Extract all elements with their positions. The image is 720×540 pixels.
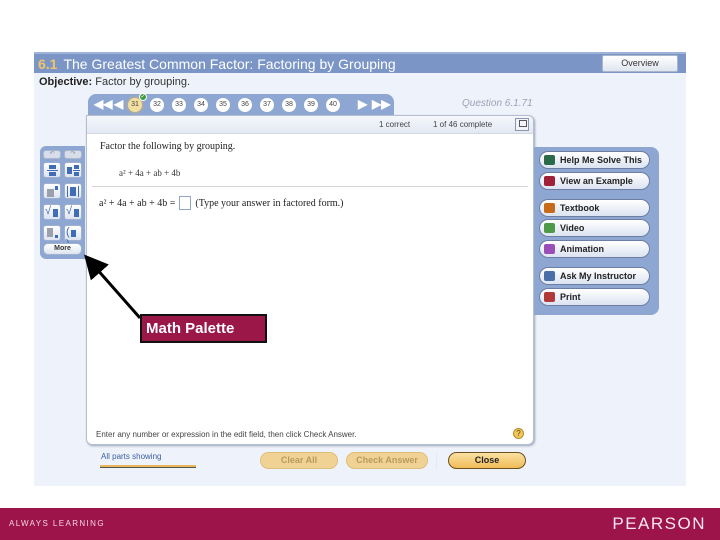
animation-button[interactable]: Animation [539,240,650,258]
pearson-logo: PEARSON [612,514,706,533]
exponent-button[interactable] [43,183,61,199]
answer-lhs: a² + 4a + ab + 4b = [99,197,176,209]
square-root-icon: √ [45,205,52,217]
parts-showing-label[interactable]: All parts showing [101,452,161,461]
close-button[interactable]: Close [448,452,526,469]
objective-label: Objective: [39,76,93,88]
absolute-value-button[interactable] [64,183,82,199]
question-id: Question 6.1.71 [462,98,533,109]
expand-icon[interactable] [515,118,529,131]
check-answer-button[interactable]: Check Answer [346,452,428,469]
question-33-button[interactable]: 33 [172,98,186,112]
undo-button[interactable]: ↶ [43,150,61,159]
fraction-icon [49,165,56,169]
answer-line: a² + 4a + ab + 4b = (Type your answer in… [99,196,344,210]
mixed-number-icon [67,167,72,174]
redo-button[interactable]: ↷ [64,150,82,159]
instructor-button[interactable]: Ask My Instructor [539,267,650,285]
question-37-button[interactable]: 37 [260,98,274,112]
example-button[interactable]: View an Example [539,172,650,190]
answer-hint: (Type your answer in factored form.) [195,197,344,209]
answer-input[interactable] [179,196,192,210]
nth-root-button[interactable]: √ [64,204,82,220]
parentheses-button[interactable]: ( ) [64,225,82,250]
key-icon [544,155,555,165]
more-button[interactable]: More [43,243,82,255]
fraction-button[interactable] [43,162,61,178]
subscript-icon [47,228,53,237]
tool-label: Animation [560,244,604,254]
question-prompt: Factor the following by grouping. [100,141,236,152]
print-icon [544,292,555,302]
question-panel: 1 correct 1 of 46 complete Factor the fo… [86,115,534,445]
animation-icon [544,244,555,254]
question-36-button[interactable]: 36 [238,98,252,112]
subscript-button[interactable] [43,225,61,241]
textbook-icon [544,203,555,213]
footer: ALWAYS LEARNING PEARSON [0,508,720,540]
parts-progress-bar [100,465,196,468]
math-palette: ↶ ↷ √ √ (More [40,146,85,259]
question-32-button[interactable]: 32 [150,98,164,112]
absolute-value-icon [67,186,68,197]
mixed-number-button[interactable] [64,162,82,178]
correct-count: 1 correct [379,120,411,129]
section-number: 6.1 [38,56,58,72]
question-navigation: ◀◀ ◀ 31 ✓ 32 33 34 35 36 37 38 39 40 ▶ ▶▶ [88,93,394,116]
tool-label: Video [560,223,585,233]
tool-label: Textbook [560,203,600,213]
clear-all-button[interactable]: Clear All [260,452,338,469]
title-bar: 6.1 The Greatest Common Factor: Factoring… [34,52,686,73]
nth-root-icon: √ [66,205,73,217]
tool-label: View an Example [560,176,633,186]
last-question-icon[interactable]: ▶▶ [372,97,390,111]
status-row: 1 correct 1 of 46 complete [87,116,533,134]
objective: Objective: Factor by grouping. [39,76,190,88]
question-38-button[interactable]: 38 [282,98,296,112]
complete-count: 1 of 46 complete [433,120,493,129]
video-icon [544,223,555,233]
print-button[interactable]: Print [539,288,650,306]
completed-check-icon: ✓ [139,93,147,101]
given-expression: a² + 4a + ab + 4b [119,168,181,178]
button-separator [436,452,437,469]
tool-label: Print [560,292,581,302]
question-39-button[interactable]: 39 [304,98,318,112]
exponent-icon [47,189,54,197]
video-button[interactable]: Video [539,219,650,237]
next-question-icon[interactable]: ▶ [358,97,367,111]
first-question-icon[interactable]: ◀◀ [94,97,112,111]
question-31-button[interactable]: 31 ✓ [128,93,147,112]
tool-label: Ask My Instructor [560,271,637,281]
section-title: The Greatest Common Factor: Factoring by… [63,56,396,72]
square-root-button[interactable]: √ [43,204,61,220]
instructor-icon [544,271,555,281]
math-palette-callout: Math Palette [140,314,267,343]
textbook-button[interactable]: Textbook [539,199,650,217]
divider [92,186,528,187]
page-title: 6.1 The Greatest Common Factor: Factoring… [38,56,396,72]
previous-question-icon[interactable]: ◀ [114,97,123,111]
question-34-button[interactable]: 34 [194,98,208,112]
overview-button[interactable]: Overview [602,55,678,72]
question-40-button[interactable]: 40 [326,98,340,112]
footer-tagline: ALWAYS LEARNING [9,519,105,528]
learning-aids: Help Me Solve This View an Example Textboo… [534,147,659,315]
objective-text: Factor by grouping. [95,76,191,88]
help-icon[interactable]: ? [513,428,524,439]
tool-label: Help Me Solve This [560,155,643,165]
key-button[interactable]: Help Me Solve This [539,151,650,169]
mylab-window: 6.1 The Greatest Common Factor: Factoring… [34,52,686,486]
instructions: Enter any number or expression in the ed… [96,430,357,439]
example-icon [544,176,555,186]
question-35-button[interactable]: 35 [216,98,230,112]
